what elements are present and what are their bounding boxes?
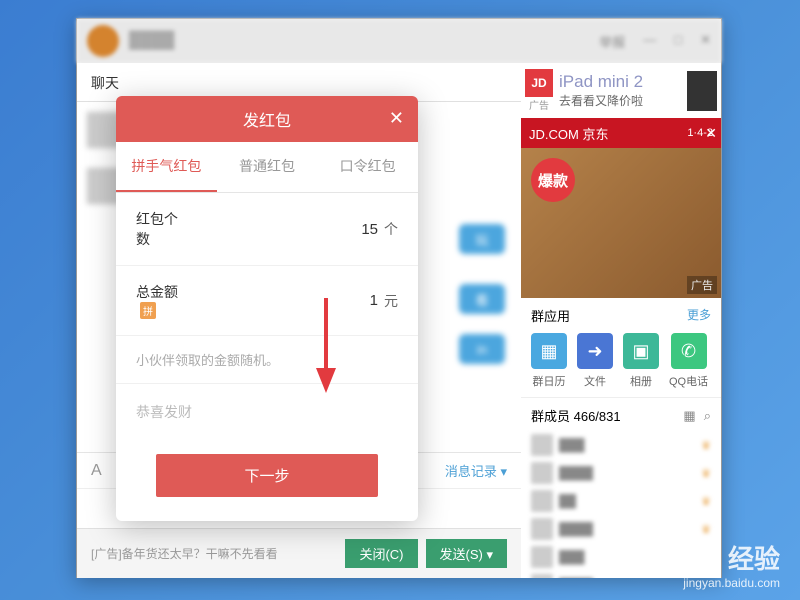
files-icon: ➜: [577, 333, 613, 369]
red-envelope-modal: 发红包 ✕ 拼手气红包 普通红包 口令红包 红包个数 个 总金额拼 元 小伙伴领…: [116, 96, 418, 521]
close-chat-button[interactable]: 关闭(C): [345, 539, 417, 568]
member-row[interactable]: ████♛: [531, 459, 711, 487]
message-history[interactable]: 消息记录 ▾: [445, 461, 507, 480]
font-icon[interactable]: A: [91, 462, 102, 480]
apps-more-link[interactable]: 更多: [687, 306, 711, 325]
members-grid-icon[interactable]: ▦: [683, 408, 695, 424]
watermark: Baidu 经验 jingyan.baidu.com: [649, 539, 780, 590]
app-qqcall[interactable]: ✆QQ电话: [669, 333, 708, 389]
minimize-button[interactable]: —: [643, 32, 656, 51]
ipad-subtitle: 去看看又降价啦: [559, 92, 643, 109]
count-label: 红包个数: [136, 209, 179, 249]
member-row[interactable]: ███♛: [531, 431, 711, 459]
album-icon: ▣: [623, 333, 659, 369]
random-note: 小伙伴领取的金额随机。: [116, 336, 418, 384]
group-title: ████: [129, 32, 599, 50]
hot-badge: 爆款: [531, 158, 575, 202]
tab-password[interactable]: 口令红包: [317, 142, 418, 192]
wish-input[interactable]: 恭喜发财: [116, 384, 418, 440]
titlebar: ████ 举报 — □ ✕: [77, 19, 721, 63]
amount-unit: 元: [384, 291, 398, 311]
send-button[interactable]: 发送(S) ▾: [426, 539, 508, 568]
jd-logo-icon: JD: [525, 69, 553, 97]
ipad-image: [687, 71, 717, 111]
maximize-button[interactable]: □: [674, 32, 682, 51]
bottom-ad-text[interactable]: [广告]备年货还太早？干嘛不先看看: [91, 545, 345, 562]
ipad-title: iPad mini 2: [559, 72, 643, 92]
apps-title: 群应用: [531, 306, 570, 325]
count-input[interactable]: [179, 221, 378, 238]
phone-icon: ✆: [671, 333, 707, 369]
watermark-url: jingyan.baidu.com: [649, 576, 780, 590]
apps-grid: ▦群日历 ➜文件 ▣相册 ✆QQ电话: [531, 333, 711, 389]
calendar-icon: ▦: [531, 333, 567, 369]
modal-close-icon[interactable]: ✕: [389, 108, 404, 129]
app-files[interactable]: ➜文件: [577, 333, 613, 389]
app-calendar[interactable]: ▦群日历: [531, 333, 567, 389]
food-ad-image[interactable]: 爆款 广告: [521, 148, 721, 298]
members-count: 群成员 466/831: [531, 406, 621, 425]
ad-close-icon[interactable]: ✕: [705, 125, 717, 142]
watermark-logo: Baidu 经验: [649, 539, 780, 576]
ad-label: 广告: [687, 276, 717, 294]
chat-tab[interactable]: 聊天: [91, 75, 119, 91]
lucky-badge: 拼: [140, 302, 156, 319]
side-panel: JD 广告 iPad mini 2 去看看又降价啦 JD.COM 京东 1·4-…: [521, 63, 721, 578]
app-album[interactable]: ▣相册: [623, 333, 659, 389]
members-search-icon[interactable]: ⌕: [704, 408, 711, 424]
close-button[interactable]: ✕: [700, 32, 711, 51]
group-avatar[interactable]: [87, 25, 119, 57]
tab-lucky[interactable]: 拼手气红包: [116, 142, 217, 192]
next-step-button[interactable]: 下一步: [156, 454, 378, 497]
ipad-ad[interactable]: JD 广告 iPad mini 2 去看看又降价啦: [521, 63, 721, 118]
report-link[interactable]: 举报: [599, 32, 625, 51]
crown-icon: ♛: [701, 467, 711, 480]
modal-header: 发红包 ✕: [116, 96, 418, 142]
modal-title: 发红包: [243, 107, 291, 131]
crown-icon: ♛: [701, 439, 711, 452]
crown-icon: ♛: [701, 523, 711, 536]
amount-label: 总金额拼: [136, 282, 179, 319]
tab-normal[interactable]: 普通红包: [217, 142, 318, 192]
jd-banner[interactable]: JD.COM 京东 1·4-2 ✕: [521, 118, 721, 148]
member-row[interactable]: ██♛: [531, 487, 711, 515]
amount-input[interactable]: [179, 292, 378, 309]
crown-icon: ♛: [701, 495, 711, 508]
count-unit: 个: [384, 219, 398, 239]
